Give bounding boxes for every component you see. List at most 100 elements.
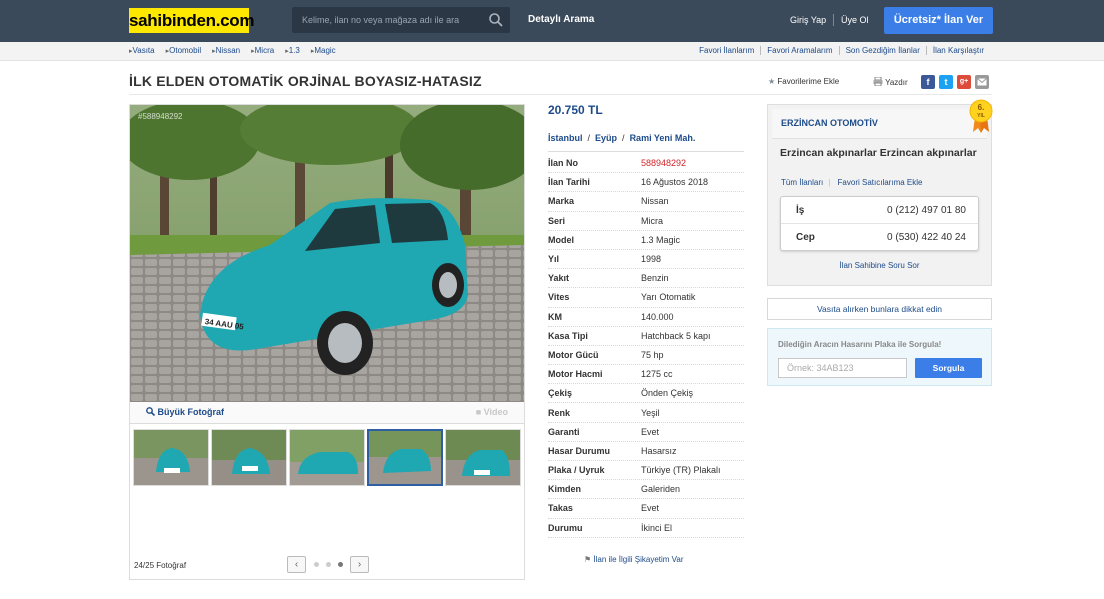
print-label: Yazdır — [885, 78, 908, 87]
detail-value: 588948292 — [641, 158, 687, 169]
listing-details-table: İlan No 588948292 İlan Tarihi 16 Ağustos 2… — [548, 154, 744, 538]
search-icon[interactable] — [488, 12, 504, 28]
detail-value: 1.3 Magic — [641, 234, 681, 245]
site-logo[interactable]: sahibinden.com — [129, 8, 255, 33]
next-photo-button[interactable]: › — [350, 556, 369, 573]
prev-photo-button[interactable]: ‹ — [287, 556, 306, 573]
detail-row: Durumu İkinci El — [548, 519, 744, 538]
photo-count: 24/25 Fotoğraf — [134, 561, 187, 570]
buyer-notice-link[interactable]: Vasıta alırken bunlara dikkat edin — [767, 298, 992, 320]
seller-box: ERZİNCAN OTOMOTİV 6. YIL Erzincan akpına… — [767, 99, 993, 286]
big-photo-label: Büyük Fotoğraf — [157, 407, 225, 417]
detail-value: Yeşil — [641, 407, 660, 418]
location-separator: / — [587, 133, 591, 143]
pager-dot[interactable] — [314, 562, 319, 567]
detail-key: Motor Hacmi — [548, 369, 603, 380]
email-icon[interactable] — [975, 75, 989, 89]
detail-key: Seri — [548, 215, 566, 226]
thumbnail[interactable] — [211, 429, 287, 486]
print-button[interactable]: Yazdır — [873, 76, 908, 87]
detail-key: Takas — [548, 503, 573, 514]
pager-dot[interactable] — [326, 562, 331, 567]
detail-key: Vites — [548, 292, 570, 303]
detail-row: Vites Yarı Otomatik — [548, 288, 744, 308]
breadcrumb-item-magic[interactable]: Magic — [311, 46, 335, 55]
search-input[interactable] — [292, 7, 482, 33]
recently-viewed-link[interactable]: Son Gezdiğim İlanlar — [838, 46, 926, 55]
phone-work-number[interactable]: 0 (212) 497 01 80 — [887, 205, 966, 216]
detail-row: Takas Evet — [548, 499, 744, 519]
badge-label: YIL — [977, 113, 985, 119]
plate-input[interactable] — [778, 358, 907, 378]
seller-links: Tüm İlanları | Favori Satıcılarıma Ekle — [781, 178, 927, 187]
video-button: ■ Video — [476, 407, 508, 417]
detail-key: Garanti — [548, 426, 580, 437]
detail-value: Benzin — [641, 273, 669, 284]
compare-listings-link[interactable]: İlan Karşılaştır — [925, 46, 990, 55]
location-city[interactable]: İstanbul — [548, 133, 583, 143]
seller-name[interactable]: ERZİNCAN OTOMOTİV — [781, 118, 878, 128]
all-listings-link[interactable]: Tüm İlanları — [781, 178, 823, 187]
detail-key: Yıl — [548, 254, 560, 265]
seller-description: Erzincan akpınarlar Erzincan akpınarlar — [780, 147, 977, 159]
favorite-seller-link[interactable]: Favori Satıcılarıma Ekle — [838, 178, 923, 187]
phone-row-mobile: Cep 0 (530) 422 40 24 — [781, 224, 978, 251]
detail-value: Yarı Otomatik — [641, 292, 696, 303]
favorite-searches-link[interactable]: Favori Aramalarım — [760, 46, 838, 55]
detail-row: İlan Tarihi 16 Ağustos 2018 — [548, 173, 744, 193]
location-neighborhood[interactable]: Rami Yeni Mah. — [630, 133, 696, 143]
gallery-toolbar: Büyük Fotoğraf ■ Video — [130, 402, 524, 424]
facebook-icon[interactable]: f — [921, 75, 935, 89]
detail-value: Önden Çekiş — [641, 388, 694, 399]
report-listing-link[interactable]: ⚑ İlan ile İlgili Şikayetim Var — [584, 555, 684, 564]
detailed-search-link[interactable]: Detaylı Arama — [528, 14, 594, 25]
thumbnail[interactable] — [133, 429, 209, 486]
add-favorite-button[interactable]: ★ Favorilerime Ekle — [768, 77, 839, 86]
detail-value: Evet — [641, 503, 660, 514]
post-ad-button[interactable]: Ücretsiz* İlan Ver — [884, 7, 993, 34]
detail-row: Yakıt Benzin — [548, 269, 744, 289]
photo-gallery: 34 AAU 05 #588948292 Büyük Fotoğraf ■ Vi… — [129, 104, 525, 580]
google-plus-icon[interactable]: g+ — [957, 75, 971, 89]
ask-seller-link[interactable]: İlan Sahibine Soru Sor — [768, 261, 991, 270]
twitter-icon[interactable]: t — [939, 75, 953, 89]
login-link[interactable]: Giriş Yap — [790, 15, 826, 25]
breadcrumb-item-micra[interactable]: Micra — [251, 46, 275, 55]
listing-price: 20.750 TL — [548, 103, 603, 117]
detail-key: Model — [548, 234, 574, 245]
add-favorite-label: Favorilerime Ekle — [777, 77, 840, 86]
big-photo-button[interactable]: Büyük Fotoğraf — [146, 407, 224, 417]
signup-link[interactable]: Üye Ol — [841, 15, 869, 25]
detail-value: Nissan — [641, 196, 669, 207]
detail-value: Türkiye (TR) Plakalı — [641, 465, 721, 476]
thumbnail[interactable] — [289, 429, 365, 486]
plate-query-button[interactable]: Sorgula — [915, 358, 982, 378]
breadcrumb-item-nissan[interactable]: Nissan — [212, 46, 240, 55]
search-box — [292, 7, 510, 33]
detail-key: Motor Gücü — [548, 349, 599, 360]
detail-row: Seri Micra — [548, 212, 744, 231]
thumbnail-active[interactable] — [367, 429, 443, 486]
phone-work-label: İş — [796, 205, 805, 216]
detail-row: Yıl 1998 — [548, 250, 744, 270]
location-district[interactable]: Eyüp — [595, 133, 617, 143]
phone-mobile-number[interactable]: 0 (530) 422 40 24 — [887, 232, 966, 243]
breadcrumb-item-vasita[interactable]: Vasıta — [129, 46, 155, 55]
link-divider: | — [828, 178, 831, 187]
thumbnail[interactable] — [445, 429, 521, 486]
phone-numbers: İş 0 (212) 497 01 80 Cep 0 (530) 422 40 … — [780, 196, 979, 251]
detail-row: Kimden Galeriden — [548, 480, 744, 500]
detail-row: Marka Nissan — [548, 192, 744, 212]
pager-dot-active[interactable] — [338, 562, 343, 567]
car-photo-image: 34 AAU 05 — [130, 105, 524, 402]
breadcrumb-item-otomobil[interactable]: Otomobil — [166, 46, 201, 55]
favorite-listings-link[interactable]: Favori İlanlarım — [693, 46, 760, 55]
detail-row: Renk Yeşil — [548, 403, 744, 423]
main-photo[interactable]: 34 AAU 05 #588948292 — [130, 105, 524, 402]
breadcrumb-item-engine[interactable]: 1.3 — [285, 46, 300, 55]
plate-query-box: Dilediğin Aracın Hasarını Plaka ile Sorg… — [767, 328, 992, 386]
detail-value: 75 hp — [641, 349, 664, 360]
video-camera-icon: ■ — [475, 407, 482, 417]
detail-row: Garanti Evet — [548, 423, 744, 442]
detail-row: Hasar Durumu Hasarsız — [548, 442, 744, 461]
